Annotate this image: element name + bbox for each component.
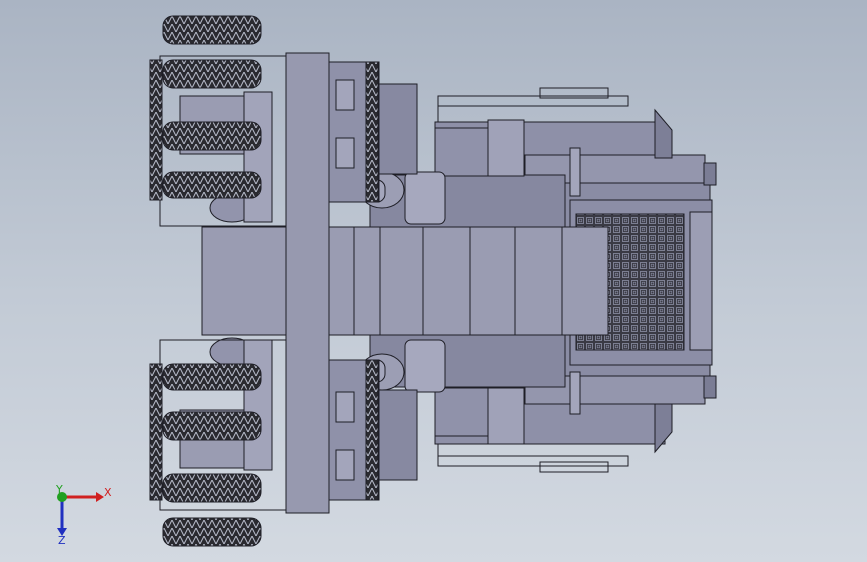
z-axis-label: Z bbox=[58, 534, 66, 547]
tank-bolt-top bbox=[703, 162, 717, 186]
front-crossbeam bbox=[285, 52, 330, 514]
front-bumper-plate bbox=[201, 226, 355, 336]
x-arrow-head bbox=[96, 492, 104, 502]
coordinate-triad: X Y Z bbox=[55, 483, 112, 547]
hydraulic-cylinder-top bbox=[404, 171, 446, 225]
pipe-bottom bbox=[569, 371, 581, 415]
rear-corner-top bbox=[654, 108, 673, 159]
rear-corner-bottom bbox=[654, 403, 673, 454]
tank-bolt-bottom bbox=[703, 375, 717, 399]
hydraulic-cylinder-bottom bbox=[404, 339, 446, 393]
gear-block-bottom bbox=[487, 387, 525, 445]
x-axis-label: X bbox=[104, 486, 112, 499]
vehicle-model-top-view[interactable]: X Y Z bbox=[0, 0, 867, 562]
chassis-spine bbox=[349, 226, 609, 336]
gear-block-top bbox=[487, 119, 525, 177]
pipe-top bbox=[569, 147, 581, 197]
y-axis-label: Y bbox=[55, 483, 63, 496]
engine-cover-bottom bbox=[434, 387, 491, 437]
cad-viewport[interactable]: X Y Z bbox=[0, 0, 867, 562]
engine-cover-top bbox=[434, 127, 491, 177]
radiator-side-panel bbox=[689, 211, 713, 351]
